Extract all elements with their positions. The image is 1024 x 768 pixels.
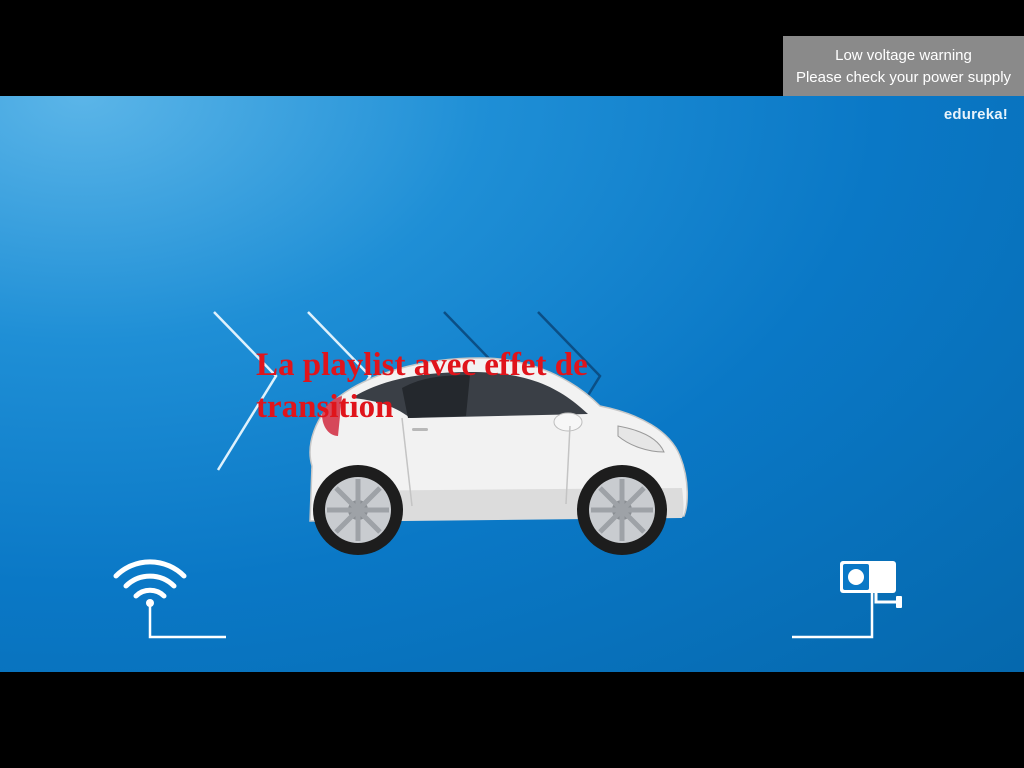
notification-message: Please check your power supply — [795, 69, 1012, 86]
notification-title: Low voltage warning — [835, 47, 972, 64]
camera-icon — [792, 561, 902, 639]
rear-wheel — [313, 465, 403, 555]
front-wheel — [577, 465, 667, 555]
wifi-icon — [113, 559, 226, 639]
playlist-overlay-title: La playlist avec effet de transition — [256, 347, 588, 425]
brand-logo: edureka! — [943, 106, 1008, 123]
low-voltage-notification: Low voltage warning Please check your po… — [783, 36, 1024, 96]
screen: edureka! La playlist avec effet de trans… — [0, 0, 1024, 768]
